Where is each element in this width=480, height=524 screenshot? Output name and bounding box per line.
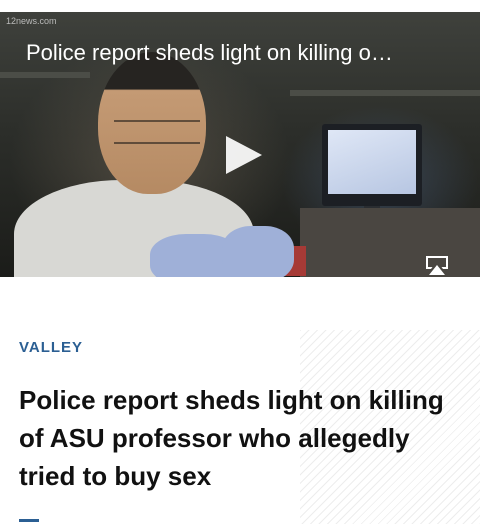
lab-monitor xyxy=(322,124,422,220)
play-icon[interactable] xyxy=(226,136,262,174)
glove xyxy=(222,226,294,277)
source-watermark: 12news.com xyxy=(6,16,57,26)
lab-shelf xyxy=(0,72,90,78)
article-headline: Police report sheds light on killing of … xyxy=(19,385,444,491)
video-title: Police report sheds light on killing o… xyxy=(26,40,393,65)
accent-rule xyxy=(19,519,39,522)
airplay-icon[interactable] xyxy=(424,254,450,276)
lab-shelf xyxy=(290,90,480,96)
glasses xyxy=(114,120,200,144)
lab-equipment xyxy=(300,208,480,277)
video-player[interactable]: 12news.com Police report sheds light on … xyxy=(0,12,480,277)
article-category[interactable]: VALLEY xyxy=(19,339,83,356)
